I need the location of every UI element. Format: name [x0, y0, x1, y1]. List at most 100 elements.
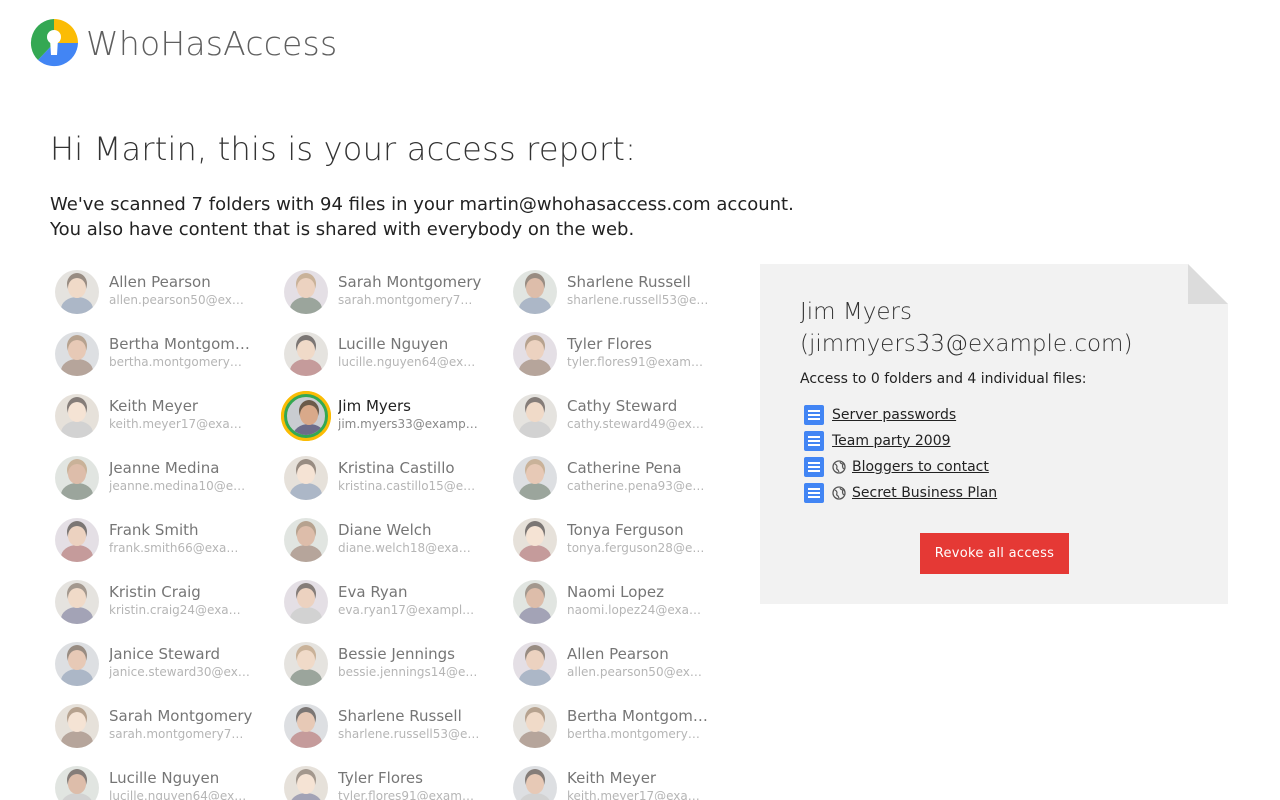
person-email: eva.ryan17@exampl… — [338, 603, 475, 617]
person-name: Diane Welch — [338, 521, 432, 539]
person-info: Jeanne Medina jeanne.medina10@e… — [109, 459, 255, 495]
doc-icon — [804, 431, 824, 451]
person-item[interactable]: Sarah Montgomery sarah.montgomery7… — [284, 270, 484, 332]
person-name: Sharlene Russell — [567, 273, 691, 291]
person-info: Kristin Craig kristin.craig24@exa… — [109, 583, 255, 619]
person-item[interactable]: Tyler Flores tyler.flores91@exam… — [284, 766, 484, 800]
person-item[interactable]: Keith Meyer keith.meyer17@exa… — [55, 394, 255, 456]
file-link[interactable]: Bloggers to contact — [852, 459, 989, 475]
person-item[interactable]: Catherine Pena catherine.pena93@e… — [513, 456, 713, 518]
person-email: janice.steward30@ex… — [109, 665, 250, 679]
person-email: sharlene.russell53@e… — [338, 727, 480, 741]
person-info: Sarah Montgomery sarah.montgomery7… — [338, 273, 484, 309]
person-item[interactable]: Cathy Steward cathy.steward49@ex… — [513, 394, 713, 456]
person-info: Keith Meyer keith.meyer17@exa… — [109, 397, 255, 433]
person-item[interactable]: Lucille Nguyen lucille.nguyen64@ex… — [55, 766, 255, 800]
person-item-selected[interactable]: Jim Myers jim.myers33@examp… — [284, 394, 484, 456]
avatar — [55, 270, 99, 314]
person-name: Eva Ryan — [338, 583, 408, 601]
person-email: kristin.craig24@exa… — [109, 603, 241, 617]
person-item[interactable]: Bertha Montgom… bertha.montgomery… — [513, 704, 713, 766]
person-email: jim.myers33@examp… — [338, 417, 478, 431]
person-item[interactable]: Tyler Flores tyler.flores91@exam… — [513, 332, 713, 394]
avatar — [513, 456, 557, 500]
people-column: Sarah Montgomery sarah.montgomery7… Lucill… — [284, 270, 484, 800]
page-title: Hi Martin, this is your access report: — [50, 130, 637, 168]
person-name: Keith Meyer — [109, 397, 199, 415]
person-item[interactable]: Allen Pearson allen.pearson50@ex… — [513, 642, 713, 704]
person-info: Eva Ryan eva.ryan17@exampl… — [338, 583, 484, 619]
file-link[interactable]: Team party 2009 — [832, 433, 951, 449]
person-email: sarah.montgomery7… — [338, 293, 473, 307]
person-item[interactable]: Kristin Craig kristin.craig24@exa… — [55, 580, 255, 642]
person-item[interactable]: Allen Pearson allen.pearson50@ex… — [55, 270, 255, 332]
avatar — [55, 518, 99, 562]
person-info: Tyler Flores tyler.flores91@exam… — [567, 335, 713, 371]
person-name: Janice Steward — [109, 645, 221, 663]
file-item: Team party 2009 — [804, 428, 997, 454]
person-item[interactable]: Diane Welch diane.welch18@exa… — [284, 518, 484, 580]
access-detail-card: Jim Myers (jimmyers33@example.com) Acces… — [760, 264, 1228, 604]
person-item[interactable]: Eva Ryan eva.ryan17@exampl… — [284, 580, 484, 642]
selected-person-fullname: Jim Myers — [800, 299, 912, 325]
person-email: catherine.pena93@e… — [567, 479, 705, 493]
person-info: Frank Smith frank.smith66@exa… — [109, 521, 255, 557]
avatar — [55, 580, 99, 624]
globe-icon — [832, 486, 846, 500]
person-item[interactable]: Sharlene Russell sharlene.russell53@e… — [284, 704, 484, 766]
person-email: tyler.flores91@exam… — [338, 789, 474, 800]
person-item[interactable]: Janice Steward janice.steward30@ex… — [55, 642, 255, 704]
avatar — [513, 394, 557, 438]
avatar — [55, 766, 99, 800]
person-item[interactable]: Jeanne Medina jeanne.medina10@e… — [55, 456, 255, 518]
file-link[interactable]: Secret Business Plan — [852, 485, 997, 501]
avatar — [513, 270, 557, 314]
globe-icon — [832, 460, 846, 474]
person-info: Allen Pearson allen.pearson50@ex… — [567, 645, 713, 681]
avatar — [513, 332, 557, 376]
access-summary: Access to 0 folders and 4 individual fil… — [800, 371, 1087, 387]
person-name: Tyler Flores — [338, 769, 423, 787]
person-info: Tonya Ferguson tonya.ferguson28@e… — [567, 521, 713, 557]
person-name: Tonya Ferguson — [567, 521, 684, 539]
person-item[interactable]: Sharlene Russell sharlene.russell53@e… — [513, 270, 713, 332]
avatar — [513, 766, 557, 800]
doc-icon — [804, 483, 824, 503]
person-item[interactable]: Lucille Nguyen lucille.nguyen64@ex… — [284, 332, 484, 394]
person-name: Kristin Craig — [109, 583, 201, 601]
avatar — [55, 704, 99, 748]
people-column: Allen Pearson allen.pearson50@ex… Bertha M… — [55, 270, 255, 800]
keyhole-logo-icon — [30, 19, 78, 67]
person-email: kristina.castillo15@e… — [338, 479, 476, 493]
person-name: Frank Smith — [109, 521, 199, 539]
page-fold-corner — [1188, 264, 1228, 304]
person-email: sharlene.russell53@e… — [567, 293, 709, 307]
person-name: Kristina Castillo — [338, 459, 455, 477]
person-item[interactable]: Sarah Montgomery sarah.montgomery7… — [55, 704, 255, 766]
selected-person-name: Jim Myers (jimmyers33@example.com) — [800, 296, 1132, 360]
person-name: Cathy Steward — [567, 397, 678, 415]
person-item[interactable]: Kristina Castillo kristina.castillo15@e… — [284, 456, 484, 518]
person-email: sarah.montgomery7… — [109, 727, 244, 741]
person-info: Jim Myers jim.myers33@examp… — [338, 397, 484, 433]
avatar — [284, 704, 328, 748]
doc-icon — [804, 405, 824, 425]
avatar — [284, 394, 328, 438]
person-email: frank.smith66@exa… — [109, 541, 239, 555]
person-item[interactable]: Frank Smith frank.smith66@exa… — [55, 518, 255, 580]
file-link[interactable]: Server passwords — [832, 407, 956, 423]
avatar — [513, 580, 557, 624]
person-email: keith.meyer17@exa… — [567, 789, 700, 800]
person-item[interactable]: Tonya Ferguson tonya.ferguson28@e… — [513, 518, 713, 580]
person-info: Diane Welch diane.welch18@exa… — [338, 521, 484, 557]
revoke-all-access-button[interactable]: Revoke all access — [920, 533, 1069, 574]
scan-summary: We've scanned 7 folders with 94 files in… — [50, 192, 794, 242]
person-item[interactable]: Bertha Montgom… bertha.montgomery… — [55, 332, 255, 394]
doc-icon — [804, 457, 824, 477]
person-item[interactable]: Bessie Jennings bessie.jennings14@e… — [284, 642, 484, 704]
person-info: Bessie Jennings bessie.jennings14@e… — [338, 645, 484, 681]
person-item[interactable]: Keith Meyer keith.meyer17@exa… — [513, 766, 713, 800]
person-info: Sarah Montgomery sarah.montgomery7… — [109, 707, 255, 743]
person-item[interactable]: Naomi Lopez naomi.lopez24@exa… — [513, 580, 713, 642]
avatar — [55, 394, 99, 438]
